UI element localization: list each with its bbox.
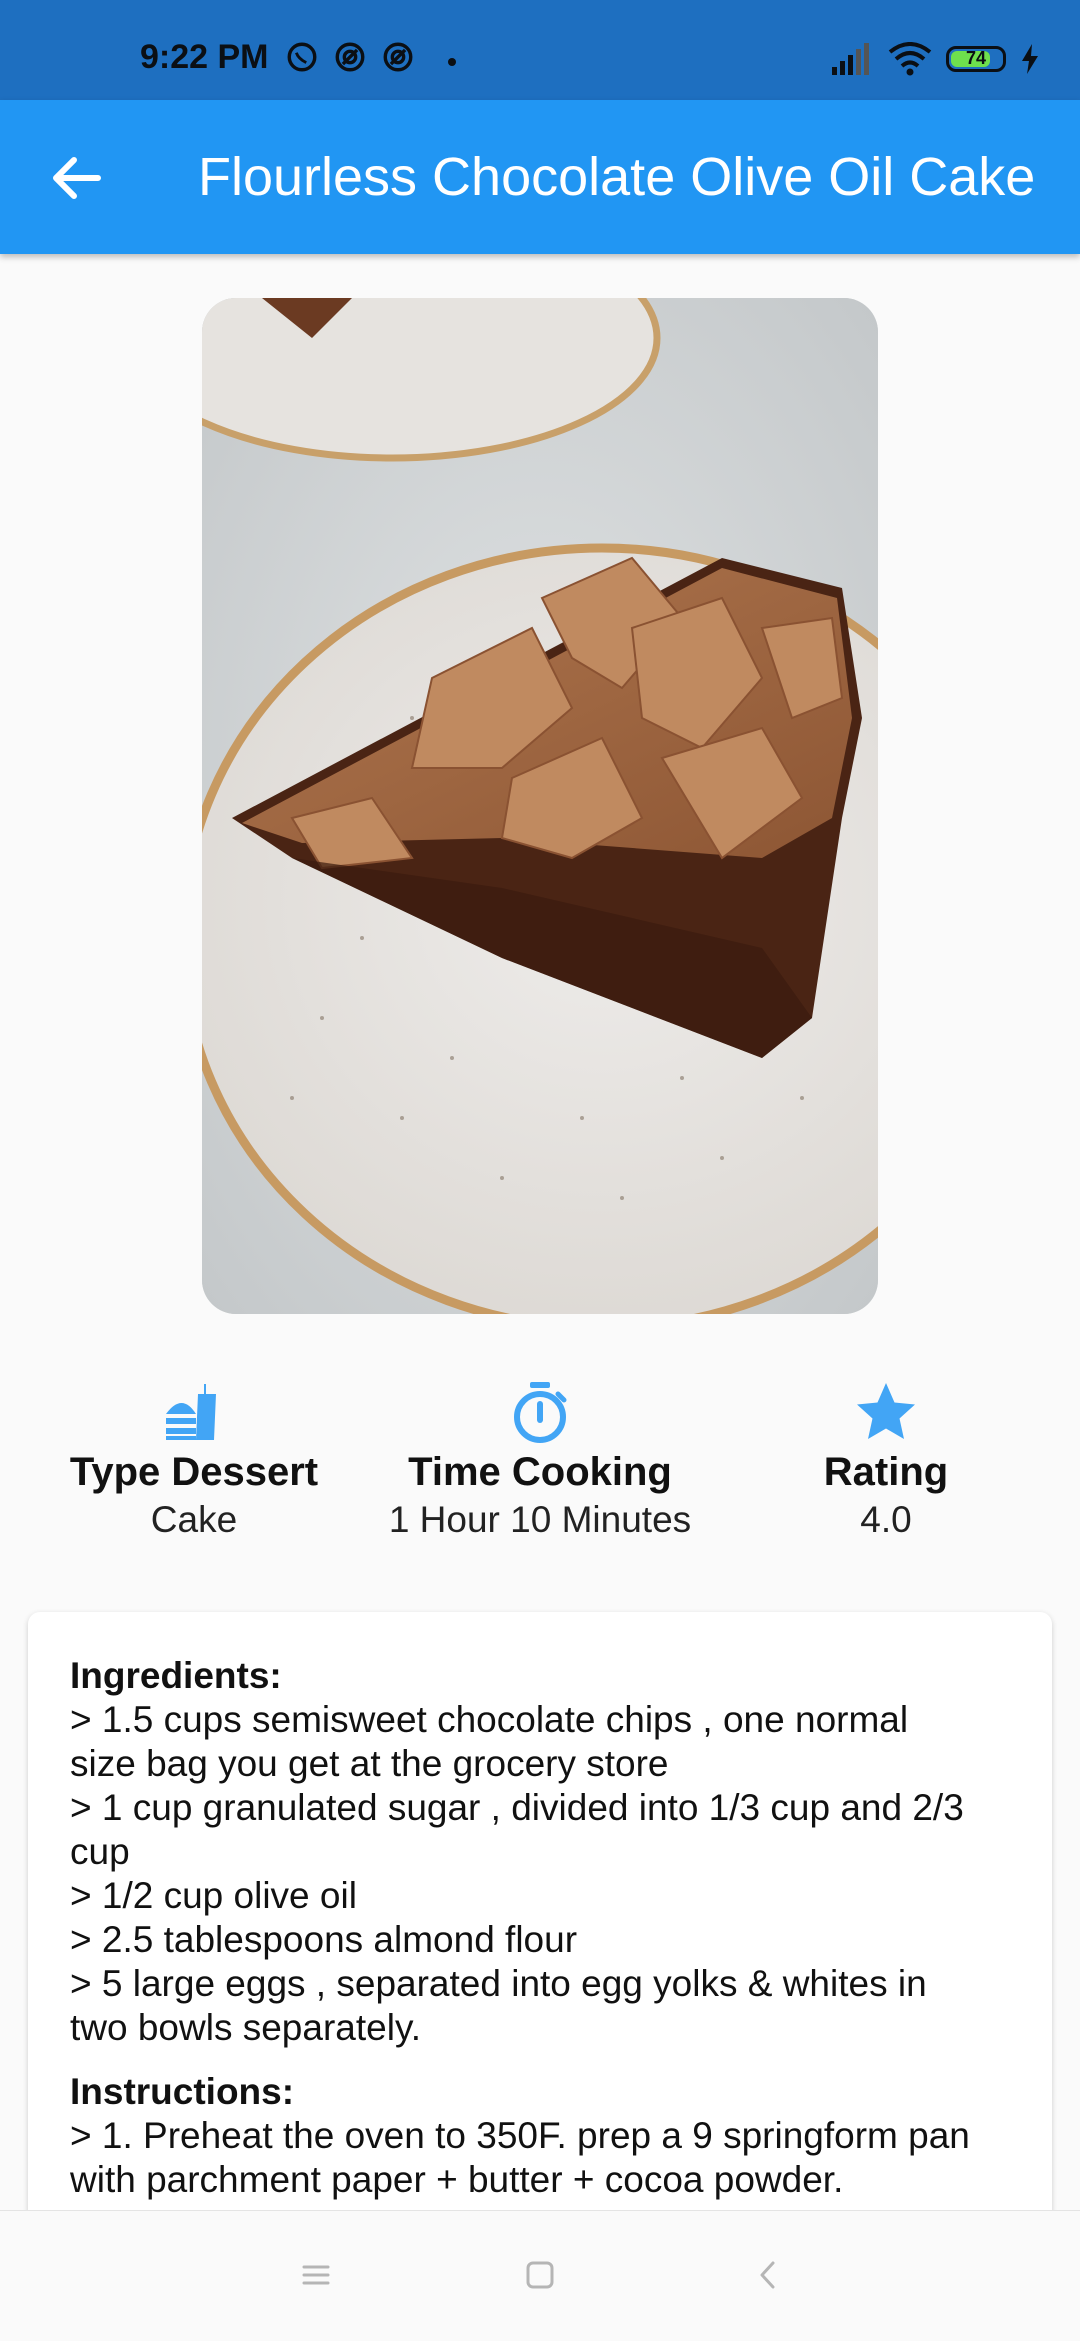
back-button[interactable] xyxy=(40,142,112,214)
page-title: Flourless Chocolate Olive Oil Cake xyxy=(198,147,1036,207)
info-time-label: Time Cooking xyxy=(408,1450,672,1494)
instruction-line: with parchment paper + butter + cocoa po… xyxy=(70,2159,844,2200)
menu-icon xyxy=(302,2265,330,2285)
recipe-info-row: Type Dessert Cake Time Cooking 1 Hour 10… xyxy=(0,1380,1080,1550)
recents-button[interactable] xyxy=(296,2255,336,2295)
info-rating: Rating 4.0 xyxy=(716,1380,1056,1541)
recipe-image xyxy=(202,298,878,1314)
arrow-back-icon xyxy=(53,157,101,199)
app-notification-icon xyxy=(335,42,365,72)
info-time: Time Cooking 1 Hour 10 Minutes xyxy=(370,1380,710,1541)
status-bar: 9:22 PM 74 xyxy=(0,0,1080,100)
ingredient-line: > 1 cup granulated sugar , divided into … xyxy=(70,1787,964,1828)
timer-icon xyxy=(514,1382,567,1443)
info-time-value: 1 Hour 10 Minutes xyxy=(388,1499,692,1540)
system-icons: 74 xyxy=(830,42,1040,76)
ingredient-line: two bowls separately. xyxy=(70,2007,421,2048)
instruction-line: > 1. Preheat the oven to 350F. prep a 9 … xyxy=(70,2115,970,2156)
home-button[interactable] xyxy=(520,2255,560,2295)
info-type-value: Cake xyxy=(150,1499,238,1540)
info-rating-value: 4.0 xyxy=(860,1499,912,1540)
ingredients-title: Ingredients: xyxy=(70,1655,282,1696)
charging-icon xyxy=(1022,44,1038,74)
app-notification-icon xyxy=(383,42,413,72)
app-bar: Flourless Chocolate Olive Oil Cake xyxy=(0,100,1080,254)
whatsapp-icon xyxy=(287,42,317,72)
battery-level: 74 xyxy=(965,48,987,68)
wifi-icon xyxy=(888,42,932,76)
instructions-title: Instructions: xyxy=(70,2071,295,2112)
star-icon xyxy=(857,1383,915,1439)
ingredient-line: > 1.5 cups semisweet chocolate chips , o… xyxy=(70,1699,909,1740)
info-rating-label: Rating xyxy=(823,1450,949,1494)
system-navigation-bar xyxy=(0,2210,1080,2341)
info-type: Type Dessert Cake xyxy=(24,1380,364,1541)
system-back-button[interactable] xyxy=(748,2255,788,2295)
ingredient-line: cup xyxy=(70,1831,130,1872)
ingredient-line: > 2.5 tablespoons almond flour xyxy=(70,1919,578,1960)
battery-icon: 74 xyxy=(946,46,1006,72)
info-type-label: Type Dessert xyxy=(69,1450,319,1494)
ingredient-line: size bag you get at the grocery store xyxy=(70,1743,669,1784)
home-square-icon xyxy=(526,2261,554,2289)
ingredient-line: > 1/2 cup olive oil xyxy=(70,1875,357,1916)
status-time: 9:22 PM xyxy=(140,38,269,76)
dessert-icon xyxy=(166,1384,216,1440)
notification-icons xyxy=(285,40,415,74)
recipe-details-card: Ingredients: > 1.5 cups semisweet chocol… xyxy=(28,1612,1052,2312)
signal-icon xyxy=(832,43,869,75)
ingredient-line: > 5 large eggs , separated into egg yolk… xyxy=(70,1963,927,2004)
chevron-left-icon xyxy=(760,2261,775,2289)
more-notifications-dot xyxy=(448,58,456,66)
